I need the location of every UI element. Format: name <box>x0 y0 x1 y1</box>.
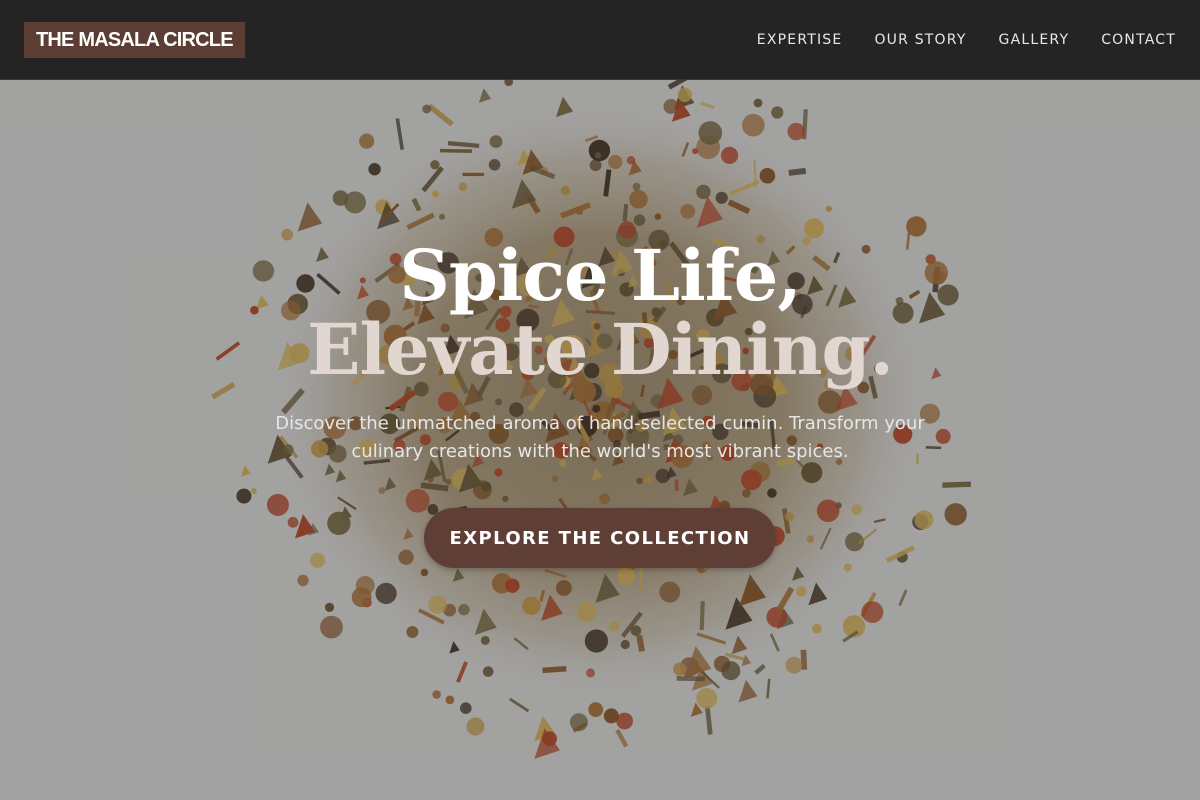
explore-collection-button[interactable]: EXPLORE THE COLLECTION <box>424 508 776 568</box>
brand-logo[interactable]: THE MASALA CIRCLE <box>24 22 245 58</box>
top-navigation-bar: THE MASALA CIRCLE EXPERTISE OUR STORY GA… <box>0 0 1200 80</box>
nav-link-contact[interactable]: CONTACT <box>1101 32 1176 48</box>
nav-link-our-story[interactable]: OUR STORY <box>874 32 966 48</box>
nav-link-gallery[interactable]: GALLERY <box>999 32 1070 48</box>
nav-links: EXPERTISE OUR STORY GALLERY CONTACT <box>757 0 1176 80</box>
hero-headline-line-2: Elevate Dining. <box>307 308 894 391</box>
nav-link-expertise[interactable]: EXPERTISE <box>757 32 843 48</box>
hero-subtext: Discover the unmatched aroma of hand-sel… <box>275 413 925 462</box>
hero-content: Spice Life, Elevate Dining. Discover the… <box>0 236 1200 568</box>
hero-headline-line-1: Spice Life, <box>399 234 801 317</box>
